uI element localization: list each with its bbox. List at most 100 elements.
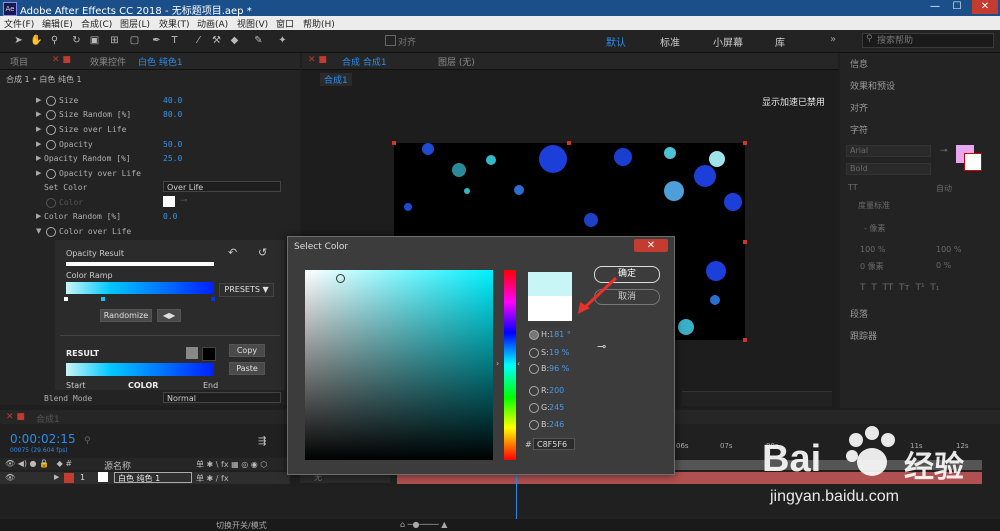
saturation-brightness-field[interactable] — [305, 270, 493, 460]
prop-size-random-value[interactable]: 80.0 — [163, 110, 182, 119]
brightness-value[interactable]: 96 % — [549, 364, 569, 373]
snap-checkbox[interactable] — [385, 35, 396, 46]
close-window-button[interactable]: ✕ — [972, 0, 998, 14]
close-tab-icon[interactable]: ✕ ■ — [308, 55, 327, 65]
zoom-tool-icon[interactable]: ⚲ — [48, 34, 61, 47]
pan-behind-tool-icon[interactable]: ⊞ — [108, 34, 121, 47]
expand-arrow-icon[interactable]: ▶ — [36, 96, 41, 104]
color-ramp-bar[interactable] — [66, 282, 214, 294]
stopwatch-icon[interactable] — [46, 227, 56, 237]
tab-layer-name[interactable]: 白色 纯色1 — [138, 55, 183, 68]
eyedropper-icon[interactable]: ⊸ — [597, 340, 606, 353]
font-size-field[interactable]: TT — [848, 183, 858, 192]
expand-arrow-icon[interactable]: ▶ — [36, 169, 41, 177]
tab-project[interactable]: 项目 — [10, 55, 28, 68]
transform-handle[interactable] — [392, 141, 396, 145]
stroke-width-field[interactable]: - 像素 — [864, 223, 885, 234]
rotate-tool-icon[interactable]: ↻ — [70, 34, 83, 47]
comp-subtab[interactable]: 合成1 — [320, 73, 352, 86]
font-style-select[interactable]: Bold — [846, 163, 931, 175]
workspace-library[interactable]: 库 — [775, 34, 785, 49]
expand-arrow-icon[interactable]: ▶ — [36, 154, 41, 162]
puppet-tool-icon[interactable]: ✦ — [276, 34, 289, 47]
copy-button[interactable]: Copy — [229, 344, 265, 357]
paste-button[interactable]: Paste — [229, 362, 265, 375]
minimize-button[interactable]: — — [924, 0, 946, 14]
brightness-radio[interactable] — [529, 364, 539, 374]
reset-icon[interactable]: ↺ — [258, 246, 267, 259]
horizontal-scale-field[interactable]: 100 % — [936, 245, 961, 254]
menu-effect[interactable]: 效果(T) — [159, 17, 190, 30]
hue-radio[interactable] — [529, 330, 539, 340]
menu-help[interactable]: 帮助(H) — [303, 17, 335, 30]
blue-radio[interactable] — [529, 420, 539, 430]
transform-handle[interactable] — [743, 240, 747, 244]
leading-field[interactable]: 自动 — [936, 183, 952, 194]
panel-character-title[interactable]: 字符 — [850, 123, 868, 136]
text-style-buttons[interactable]: T T TT Tт T¹ T₁ — [860, 283, 939, 293]
current-timecode[interactable]: 0:00:02:15 — [10, 432, 76, 446]
timeline-search-input[interactable]: ⚲ — [84, 436, 254, 448]
brush-tool-icon[interactable]: ⁄ — [192, 34, 205, 47]
menu-file[interactable]: 文件(F) — [4, 17, 34, 30]
color-swatch[interactable] — [163, 196, 175, 207]
panel-info-title[interactable]: 信息 — [850, 57, 868, 70]
layer-name[interactable]: 白色 纯色 1 — [114, 472, 192, 483]
blue-value[interactable]: 246 — [549, 420, 564, 429]
checker-swatch[interactable] — [186, 347, 198, 359]
expand-arrow-icon[interactable]: ▶ — [36, 110, 41, 118]
workspace-more-icon[interactable]: » — [830, 34, 836, 45]
hue-arrow-right-icon[interactable]: ‹ — [517, 359, 520, 368]
ramp-stop-handle[interactable] — [101, 297, 105, 301]
presets-button[interactable]: PRESETS ▼ — [219, 283, 274, 297]
eraser-tool-icon[interactable]: ◆ — [228, 34, 241, 47]
layer-switches[interactable]: 单 ✱ / fx — [196, 473, 229, 484]
type-tool-icon[interactable]: T — [168, 34, 181, 47]
eyedropper-icon[interactable]: ⊸ — [940, 146, 948, 156]
close-tab-icon[interactable]: ✕ ■ — [52, 55, 71, 65]
expand-arrow-icon[interactable]: ▶ — [36, 140, 41, 148]
transform-handle[interactable] — [743, 338, 747, 342]
color-random-value[interactable]: 0.0 — [163, 212, 177, 221]
dialog-close-button[interactable]: ✕ — [634, 239, 668, 252]
roto-brush-tool-icon[interactable]: ✎ — [252, 34, 265, 47]
hue-slider[interactable] — [504, 270, 516, 460]
menu-window[interactable]: 窗口 — [276, 17, 294, 30]
comp-flowchart-icon[interactable]: ⇶ — [258, 436, 266, 447]
tsume-field[interactable]: 0 % — [936, 261, 951, 270]
prop-opacity-random-value[interactable]: 25.0 — [163, 154, 182, 163]
randomize-button[interactable]: Randomize — [100, 309, 152, 322]
undo-icon[interactable]: ↶ — [228, 246, 237, 259]
hue-arrow-left-icon[interactable]: › — [496, 359, 499, 368]
zoom-slider[interactable]: ⌂ ─●──── ▲ — [400, 520, 447, 529]
hue-value[interactable]: 181 ° — [549, 330, 571, 339]
tab-effect-controls[interactable]: 效果控件 — [90, 55, 126, 68]
hex-input[interactable]: C8F5F6 — [533, 438, 575, 450]
maximize-button[interactable]: ☐ — [946, 0, 968, 14]
prop-opacity-value[interactable]: 50.0 — [163, 140, 182, 149]
tab-composition[interactable]: 合成 合成1 — [342, 55, 387, 68]
expand-arrow-icon[interactable]: ▶ — [36, 212, 41, 220]
stopwatch-icon[interactable] — [46, 125, 56, 135]
stopwatch-icon[interactable] — [46, 169, 56, 179]
panel-align-title[interactable]: 对齐 — [850, 101, 868, 114]
pen-tool-icon[interactable]: ✒ — [150, 34, 163, 47]
stopwatch-icon[interactable] — [46, 140, 56, 150]
rectangle-tool-icon[interactable]: ▢ — [128, 34, 141, 47]
menu-layer[interactable]: 图层(L) — [120, 17, 150, 30]
panel-paragraph-title[interactable]: 段落 — [850, 307, 868, 320]
clone-stamp-tool-icon[interactable]: ⚒ — [210, 34, 223, 47]
ramp-stop-handle[interactable] — [211, 297, 215, 301]
collapse-arrow-icon[interactable]: ▼ — [36, 227, 41, 235]
transform-handle[interactable] — [743, 141, 747, 145]
stopwatch-icon[interactable] — [46, 110, 56, 120]
stopwatch-icon[interactable] — [46, 96, 56, 106]
black-swatch[interactable] — [202, 347, 216, 361]
saturation-value[interactable]: 19 % — [549, 348, 569, 357]
menu-animation[interactable]: 动画(A) — [197, 17, 228, 30]
camera-tool-icon[interactable]: ▣ — [88, 34, 101, 47]
green-value[interactable]: 245 — [549, 403, 564, 412]
close-tab-icon[interactable]: ✕ ■ — [6, 412, 25, 422]
source-name-header[interactable]: 源名称 — [104, 459, 131, 472]
prop-size-value[interactable]: 40.0 — [163, 96, 182, 105]
